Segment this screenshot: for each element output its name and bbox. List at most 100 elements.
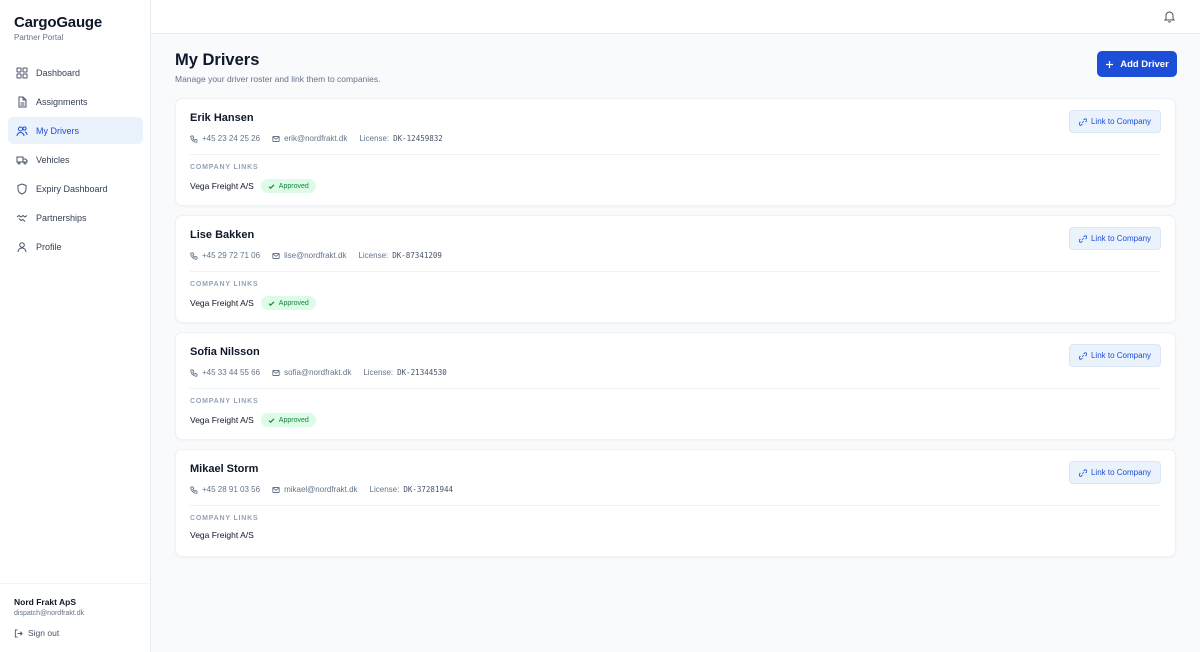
account-panel: Nord Frakt ApS dispatch@nordfrakt.dk Sig…: [0, 583, 150, 652]
driver-email: sofia@nordfrakt.dk: [272, 368, 351, 377]
sidebar-item-label: Profile: [36, 241, 62, 252]
sidebar-item-assignments[interactable]: Assignments: [8, 88, 143, 115]
email-value: erik@nordfrakt.dk: [284, 134, 348, 143]
phone-value: +45 33 44 55 66: [202, 368, 261, 377]
driver-license: License: DK-12459832: [359, 134, 442, 143]
users-icon: [16, 125, 28, 136]
company-link-row: Vega Freight A/S Approved: [190, 296, 316, 310]
company-link-row: Vega Freight A/S Approved: [190, 179, 316, 193]
driver-meta: +45 23 24 25 26 erik@nordfrakt.dk Licens…: [190, 134, 455, 143]
license-label: License:: [369, 485, 400, 494]
sidebar-item-dashboard[interactable]: Dashboard: [8, 59, 143, 86]
link-icon: [1078, 117, 1087, 126]
license-value: DK-21344530: [397, 368, 447, 377]
driver-card: Sofia Nilsson +45 33 44 55 66 sofia@nord…: [175, 332, 1176, 440]
link-to-company-button[interactable]: Link to Company: [1069, 110, 1161, 133]
sign-out-button[interactable]: Sign out: [14, 628, 136, 638]
phone-icon: [190, 369, 198, 377]
company-name: Vega Freight A/S: [190, 415, 254, 425]
status-badge: Approved: [260, 296, 316, 310]
brand: CargoGauge Partner Portal: [14, 14, 102, 42]
status-badge: Approved: [260, 179, 316, 193]
phone-value: +45 28 91 03 56: [202, 485, 261, 494]
page-title: My Drivers: [175, 51, 260, 69]
sidebar-item-my-drivers[interactable]: My Drivers: [8, 117, 143, 144]
truck-icon: [16, 156, 28, 164]
company-links-label: COMPANY LINKS: [190, 281, 259, 288]
mail-icon: [272, 135, 280, 142]
sidebar-nav: Dashboard Assignments My Drivers Vehicle…: [8, 59, 143, 262]
email-value: lise@nordfrakt.dk: [284, 251, 347, 260]
sidebar-item-expiry-dashboard[interactable]: Expiry Dashboard: [8, 175, 143, 202]
driver-email: lise@nordfrakt.dk: [272, 251, 346, 260]
link-to-company-label: Link to Company: [1090, 117, 1152, 126]
org-name: Nord Frakt ApS: [14, 597, 77, 607]
company-links-label: COMPANY LINKS: [190, 398, 259, 405]
driver-meta: +45 28 91 03 56 mikael@nordfrakt.dk Lice…: [190, 485, 465, 494]
sidebar-item-label: Dashboard: [36, 67, 81, 78]
phone-value: +45 23 24 25 26: [202, 134, 261, 143]
sidebar-item-label: My Drivers: [36, 125, 79, 136]
sign-out-icon: [14, 628, 23, 638]
company-links-label: COMPANY LINKS: [190, 515, 259, 522]
sidebar-item-label: Vehicles: [36, 154, 70, 165]
license-value: DK-87341209: [392, 251, 442, 260]
phone-icon: [190, 252, 198, 260]
bell-icon[interactable]: [1163, 10, 1176, 23]
link-to-company-button[interactable]: Link to Company: [1069, 344, 1161, 367]
company-link-row: Vega Freight A/S Approved: [190, 413, 316, 427]
driver-license: License: DK-87341209: [358, 251, 441, 260]
driver-card: Lise Bakken +45 29 72 71 06 lise@nordfra…: [175, 215, 1176, 323]
link-to-company-button[interactable]: Link to Company: [1069, 461, 1161, 484]
sign-out-label: Sign out: [28, 628, 60, 638]
mail-icon: [272, 369, 280, 376]
company-name: Vega Freight A/S: [190, 298, 254, 308]
shield-icon: [17, 182, 27, 195]
brand-title[interactable]: CargoGauge: [14, 14, 102, 31]
driver-card: Erik Hansen +45 23 24 25 26 erik@nordfra…: [175, 98, 1176, 206]
link-to-company-label: Link to Company: [1090, 351, 1152, 360]
driver-phone: +45 33 44 55 66: [190, 368, 260, 377]
check-icon: [268, 183, 275, 189]
sidebar-item-label: Partnerships: [36, 212, 87, 223]
brand-subtitle: Partner Portal: [14, 33, 64, 42]
status-label: Approved: [278, 299, 309, 307]
sidebar-item-vehicles[interactable]: Vehicles: [8, 146, 143, 173]
phone-icon: [190, 135, 198, 143]
sidebar-item-label: Assignments: [36, 96, 88, 107]
sidebar-item-partnerships[interactable]: Partnerships: [8, 204, 143, 231]
email-value: sofia@nordfrakt.dk: [284, 368, 352, 377]
add-driver-label: Add Driver: [1120, 58, 1169, 70]
company-link-row: Vega Freight A/S: [190, 530, 254, 540]
sidebar-item-label: Expiry Dashboard: [36, 183, 108, 194]
driver-phone: +45 28 91 03 56: [190, 485, 260, 494]
link-icon: [1078, 234, 1087, 243]
driver-phone: +45 29 72 71 06: [190, 251, 260, 260]
driver-email: mikael@nordfrakt.dk: [272, 485, 358, 494]
license-label: License:: [358, 251, 389, 260]
company-name: Vega Freight A/S: [190, 530, 254, 540]
mail-icon: [272, 486, 280, 493]
add-driver-button[interactable]: Add Driver: [1097, 51, 1177, 77]
phone-icon: [190, 486, 198, 494]
driver-name: Sofia Nilsson: [190, 346, 260, 358]
divider: [190, 271, 1161, 272]
driver-card: Mikael Storm +45 28 91 03 56 mikael@nord…: [175, 449, 1176, 557]
link-to-company-button[interactable]: Link to Company: [1069, 227, 1161, 250]
mail-icon: [272, 252, 280, 259]
driver-license: License: DK-37281944: [370, 485, 453, 494]
company-name: Vega Freight A/S: [190, 181, 254, 191]
license-label: License:: [359, 134, 390, 143]
company-links-label: COMPANY LINKS: [190, 164, 259, 171]
status-badge: Approved: [260, 413, 316, 427]
document-icon: [18, 96, 27, 107]
driver-license: License: DK-21344530: [363, 368, 446, 377]
handshake-icon: [16, 214, 28, 222]
driver-name: Erik Hansen: [190, 112, 254, 124]
license-value: DK-37281944: [403, 485, 454, 494]
plus-icon: [1106, 60, 1114, 68]
phone-value: +45 29 72 71 06: [202, 251, 261, 260]
topbar: [151, 0, 1200, 34]
org-email: dispatch@nordfrakt.dk: [14, 610, 85, 617]
sidebar-item-profile[interactable]: Profile: [8, 233, 143, 260]
